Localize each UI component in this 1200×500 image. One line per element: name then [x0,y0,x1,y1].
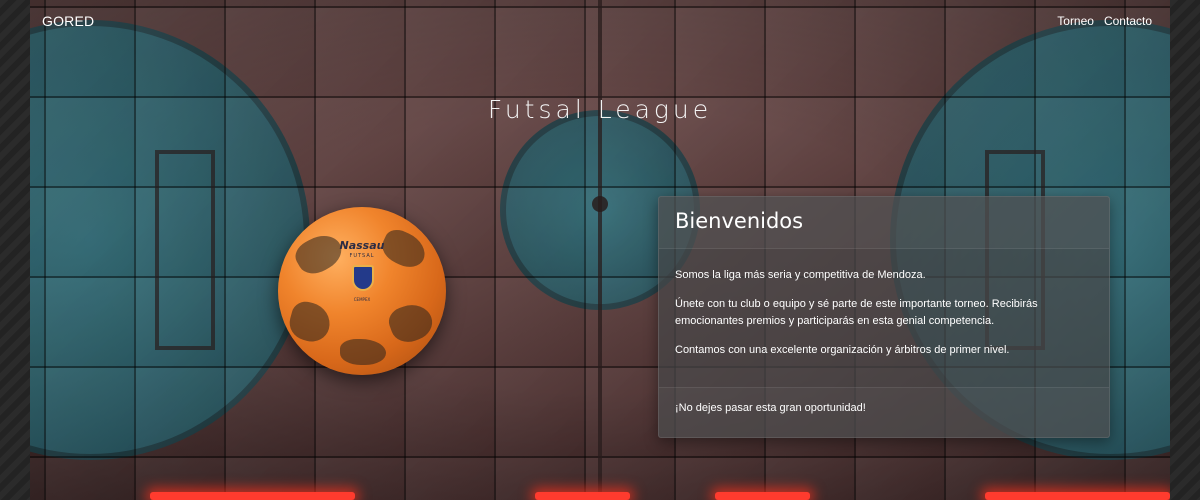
brand-logo[interactable]: GORED [42,13,94,29]
ball-brand-text: Nassau [339,239,385,252]
nav-links: Torneo Contacto [1057,14,1152,28]
card-paragraph: Contamos con una excelente organización … [675,344,1010,356]
hero-title: Futsal League [487,95,713,124]
ball-crest-text: CEMPEX [353,297,371,302]
red-light-strip [715,492,810,500]
card-paragraph: Somos la liga más seria y competitiva de… [675,269,926,281]
navbar: GORED Torneo Contacto [30,0,1170,42]
nav-link-torneo[interactable]: Torneo [1057,14,1094,28]
frame-edge-right [1170,0,1200,500]
ball-crest-icon [352,265,374,291]
red-light-strip [985,492,1170,500]
card-header: Bienvenidos [659,197,1109,249]
card-paragraph: Únete con tu club o equipo y sé parte de… [675,298,1038,327]
court-center-dot [592,196,608,212]
nav-link-contacto[interactable]: Contacto [1104,14,1152,28]
card-body: Somos la liga más seria y competitiva de… [659,249,1109,379]
welcome-card: Bienvenidos Somos la liga más seria y co… [658,196,1110,438]
red-light-strip [150,492,355,500]
card-title: Bienvenidos [675,209,804,233]
frame-edge-left [0,0,30,500]
futsal-ball-image: Nassau FUTSAL CEMPEX [278,207,446,375]
court-box-left [155,150,215,350]
card-footer: ¡No dejes pasar esta gran oportunidad! [659,387,1109,437]
red-light-strip [535,492,630,500]
ball-sub-text: FUTSAL [349,253,375,259]
court-midline [598,0,602,500]
